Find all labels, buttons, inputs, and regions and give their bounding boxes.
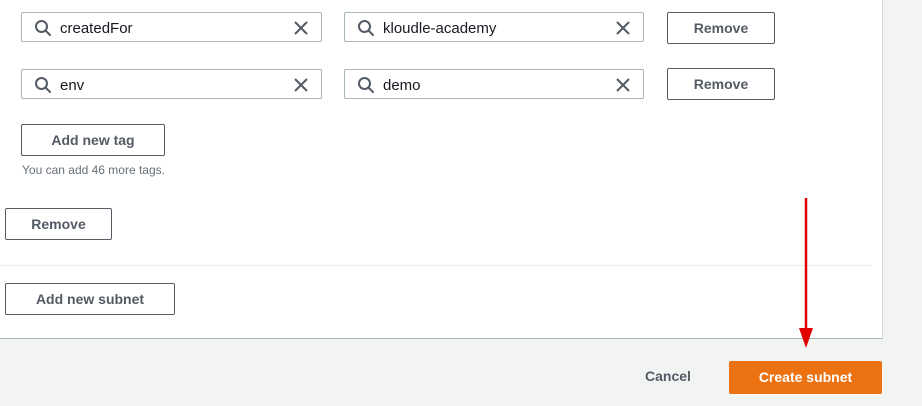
tag-key-value-2: env bbox=[60, 77, 85, 94]
create-subnet-button[interactable]: Create subnet bbox=[729, 361, 882, 394]
section-divider bbox=[0, 265, 872, 266]
search-icon bbox=[35, 20, 51, 36]
add-new-tag-button[interactable]: Add new tag bbox=[21, 124, 165, 156]
tag-key-input-1[interactable]: createdFor bbox=[21, 12, 322, 42]
tag-key-input-2[interactable]: env bbox=[21, 69, 322, 99]
cancel-button[interactable]: Cancel bbox=[636, 368, 700, 384]
search-icon bbox=[358, 20, 374, 36]
tag-value-value-1: kloudle-academy bbox=[383, 20, 497, 37]
add-new-subnet-button[interactable]: Add new subnet bbox=[5, 283, 175, 315]
search-icon bbox=[358, 77, 374, 93]
red-annotation-arrow-icon bbox=[799, 198, 813, 348]
tag-value-input-2[interactable]: demo bbox=[344, 69, 644, 99]
tags-remaining-hint: You can add 46 more tags. bbox=[22, 163, 165, 177]
close-icon[interactable] bbox=[293, 20, 309, 36]
close-icon[interactable] bbox=[615, 77, 631, 93]
remove-tag-button-2[interactable]: Remove bbox=[667, 68, 775, 100]
search-icon bbox=[35, 77, 51, 93]
close-icon[interactable] bbox=[615, 20, 631, 36]
remove-tag-button-1[interactable]: Remove bbox=[667, 12, 775, 44]
tag-value-value-2: demo bbox=[383, 77, 421, 94]
tag-value-input-1[interactable]: kloudle-academy bbox=[344, 12, 644, 42]
close-icon[interactable] bbox=[293, 77, 309, 93]
remove-subnet-button[interactable]: Remove bbox=[5, 208, 112, 240]
tag-key-value-1: createdFor bbox=[60, 20, 133, 37]
subnet-settings-panel: createdFor kloudle-academy Remove env de… bbox=[0, 0, 883, 339]
